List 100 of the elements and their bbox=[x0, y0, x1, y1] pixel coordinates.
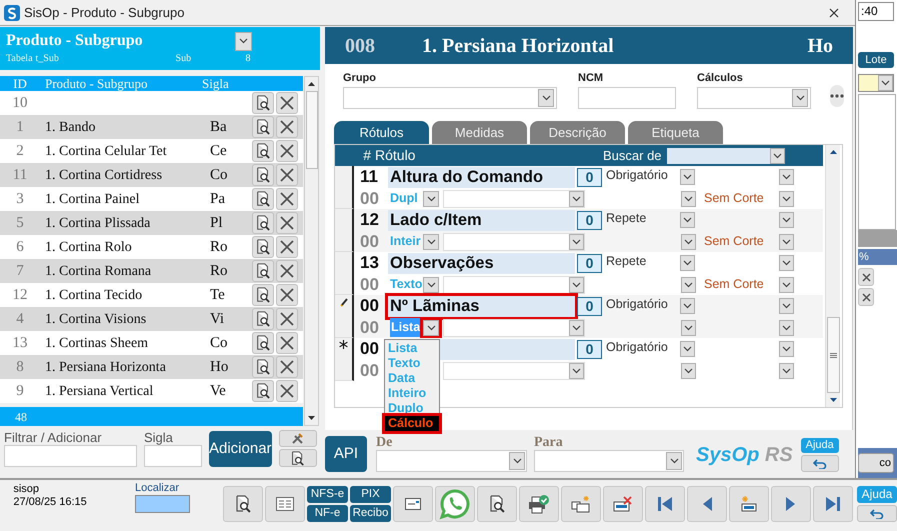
filter-field[interactable] bbox=[4, 445, 137, 467]
document-button[interactable]: Recibo bbox=[350, 505, 391, 522]
view-button[interactable] bbox=[252, 92, 274, 114]
scroll-thumb[interactable] bbox=[306, 91, 318, 169]
delete-button[interactable] bbox=[276, 164, 298, 186]
view-button[interactable] bbox=[252, 164, 274, 186]
document-button[interactable]: PIX bbox=[350, 486, 391, 503]
dropdown-button[interactable] bbox=[666, 452, 682, 470]
search-button[interactable] bbox=[278, 449, 317, 467]
dropdown-button[interactable] bbox=[569, 320, 584, 336]
dropdown-button[interactable] bbox=[235, 32, 252, 50]
back-button[interactable] bbox=[800, 455, 839, 472]
table-row[interactable]: 3 1. Cortina Painel Pa bbox=[0, 187, 303, 211]
more-button[interactable] bbox=[830, 85, 844, 107]
dropdown-button[interactable] bbox=[779, 255, 794, 271]
tools-button[interactable] bbox=[278, 430, 317, 447]
dropdown-button[interactable] bbox=[569, 234, 584, 250]
dropdown-button[interactable] bbox=[681, 234, 696, 250]
table-row[interactable]: 7 1. Cortina Romana Ro bbox=[0, 259, 303, 283]
back-button[interactable] bbox=[857, 505, 897, 522]
dropdown-button[interactable] bbox=[770, 148, 785, 164]
select-field[interactable] bbox=[376, 450, 527, 472]
dropdown-button[interactable] bbox=[681, 320, 696, 336]
search-button[interactable] bbox=[477, 486, 517, 522]
table-row[interactable]: 12 1. Cortina Tecido Te bbox=[0, 283, 303, 307]
dropdown-button[interactable] bbox=[779, 169, 794, 185]
dropdown-button[interactable] bbox=[779, 212, 794, 228]
delete-record-button[interactable] bbox=[603, 486, 643, 522]
last-record-button[interactable] bbox=[813, 486, 853, 522]
view-button[interactable] bbox=[252, 260, 274, 282]
view-button[interactable] bbox=[252, 140, 274, 162]
table-row[interactable]: 10 bbox=[0, 91, 303, 115]
delete-button[interactable] bbox=[276, 188, 298, 210]
menu-item[interactable]: Cálculo bbox=[385, 416, 439, 431]
delete-button[interactable] bbox=[276, 308, 298, 330]
delete-button[interactable] bbox=[276, 236, 298, 258]
action-button[interactable]: co bbox=[858, 453, 894, 473]
text-field[interactable] bbox=[578, 87, 676, 109]
delete-button[interactable] bbox=[276, 284, 298, 306]
dropdown-button[interactable] bbox=[423, 276, 439, 292]
time-field[interactable]: :40 bbox=[858, 2, 894, 21]
view-button[interactable] bbox=[252, 308, 274, 330]
count-field[interactable]: 0 bbox=[577, 254, 602, 272]
dropdown-button[interactable] bbox=[779, 234, 794, 250]
dropdown-button[interactable] bbox=[681, 190, 696, 206]
delete-button[interactable] bbox=[858, 288, 874, 306]
view-button[interactable] bbox=[252, 380, 274, 402]
add-button[interactable]: Adicionar bbox=[209, 431, 272, 467]
previous-record-button[interactable] bbox=[687, 486, 727, 522]
api-button[interactable]: API bbox=[325, 436, 367, 472]
dropdown-button[interactable] bbox=[779, 341, 794, 357]
table-row[interactable]: 1 1. Bando Ba bbox=[0, 115, 303, 139]
dropdown-button[interactable] bbox=[538, 89, 554, 107]
delete-button[interactable] bbox=[276, 92, 298, 114]
dropdown-button[interactable] bbox=[680, 169, 695, 185]
view-button[interactable] bbox=[252, 212, 274, 234]
delete-button[interactable] bbox=[276, 380, 298, 402]
count-field[interactable]: 0 bbox=[577, 210, 602, 230]
dropdown-button[interactable] bbox=[423, 190, 439, 206]
first-record-button[interactable] bbox=[645, 486, 685, 522]
search-select[interactable] bbox=[667, 148, 785, 164]
select-field[interactable] bbox=[858, 74, 894, 92]
label-field[interactable]: Lado c/Item bbox=[388, 210, 575, 230]
delete-button[interactable] bbox=[276, 212, 298, 234]
delete-button[interactable] bbox=[276, 260, 298, 282]
dropdown-button[interactable] bbox=[779, 276, 794, 292]
print-button[interactable] bbox=[519, 486, 559, 522]
delete-button[interactable] bbox=[276, 140, 298, 162]
sigla-field[interactable] bbox=[144, 445, 202, 467]
scrollbar[interactable] bbox=[304, 76, 319, 426]
search-field[interactable] bbox=[135, 495, 190, 513]
dropdown-button[interactable] bbox=[680, 255, 695, 271]
new-window-button[interactable] bbox=[561, 486, 601, 522]
scrollbar[interactable] bbox=[825, 145, 840, 407]
table-row[interactable]: 2 1. Cortina Celular Tet Ce bbox=[0, 139, 303, 163]
select-field[interactable] bbox=[697, 87, 811, 109]
table-row[interactable]: 11 1. Cortina Cortidress Co bbox=[0, 163, 303, 187]
document-button[interactable]: NFS-e bbox=[307, 486, 348, 503]
dropdown-button[interactable] bbox=[779, 190, 794, 206]
dropdown-button[interactable] bbox=[680, 212, 695, 228]
count-field[interactable]: 0 bbox=[577, 340, 602, 358]
dropdown-button[interactable] bbox=[779, 298, 794, 314]
dropdown-button[interactable] bbox=[792, 89, 808, 107]
select-field[interactable] bbox=[534, 450, 684, 472]
select-field[interactable] bbox=[343, 87, 557, 109]
dropdown-button[interactable] bbox=[509, 452, 525, 470]
dropdown-button[interactable] bbox=[779, 320, 794, 336]
count-field[interactable]: 0 bbox=[577, 296, 602, 316]
dropdown-button[interactable] bbox=[423, 234, 439, 250]
table-row[interactable]: 6 1. Cortina Rolo Ro bbox=[0, 235, 303, 259]
dropdown-button[interactable] bbox=[680, 341, 695, 357]
view-button[interactable] bbox=[252, 116, 274, 138]
delete-button[interactable] bbox=[276, 356, 298, 378]
dropdown-button[interactable] bbox=[423, 320, 439, 336]
label-field[interactable]: Altura do Comando bbox=[388, 166, 575, 188]
label-field[interactable]: Nº Lãminas bbox=[388, 296, 575, 316]
view-button[interactable] bbox=[252, 284, 274, 306]
search-button[interactable] bbox=[223, 486, 263, 522]
dropdown-button[interactable] bbox=[681, 362, 696, 378]
tab[interactable]: Rótulos bbox=[334, 121, 429, 144]
